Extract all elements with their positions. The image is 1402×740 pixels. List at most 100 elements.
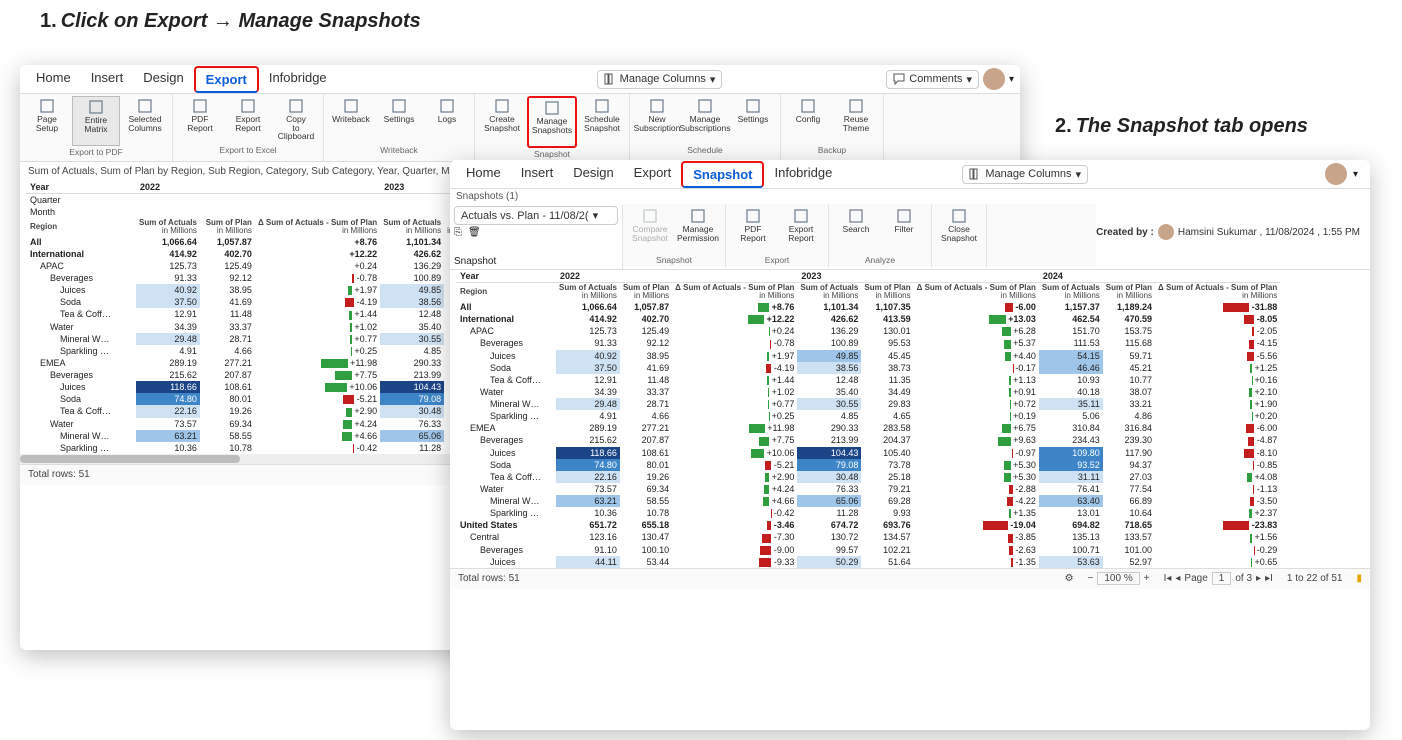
menu-insert[interactable]: Insert: [81, 66, 134, 93]
table-row[interactable]: Sparkling …4.914.66 +0.254.85: [26, 345, 485, 357]
ribbon-icon: [494, 98, 510, 114]
table-row[interactable]: Juices44.1153.44 -9.3350.2951.64 -1.3553…: [456, 556, 1280, 568]
zoom-control[interactable]: −100 %+: [1088, 572, 1150, 585]
table-row[interactable]: Soda37.5041.69 -4.1938.56: [26, 296, 485, 308]
ribbon-reuse-theme[interactable]: ReuseTheme: [833, 96, 879, 144]
columns-icon: [969, 168, 981, 180]
table-row[interactable]: Beverages91.3392.12 -0.78100.89: [26, 272, 485, 284]
table-row[interactable]: Soda74.8080.01 -5.2179.0873.78 +5.3093.5…: [456, 459, 1280, 471]
table-row[interactable]: Mineral W…29.4828.71 +0.7730.5529.83 +0.…: [456, 398, 1280, 410]
ribbon-entire-matrix[interactable]: EntireMatrix: [72, 96, 120, 146]
ribbon-logs[interactable]: Logs: [424, 96, 470, 144]
table-row[interactable]: Soda37.5041.69 -4.1938.5638.73 -0.1746.4…: [456, 362, 1280, 374]
table-row[interactable]: Sparkling …4.914.66 +0.254.854.65 +0.195…: [456, 410, 1280, 422]
table-row[interactable]: Central123.16130.47 -7.30130.72134.57 -3…: [456, 531, 1280, 543]
ribbon-manage-permission[interactable]: ManagePermission: [675, 206, 721, 254]
ribbon-manage-subscriptions[interactable]: ManageSubscriptions: [682, 96, 728, 144]
ribbon-schedule-snapshot[interactable]: ScheduleSnapshot: [579, 96, 625, 144]
ribbon-manage-snapshots[interactable]: ManageSnapshots: [527, 96, 577, 148]
table-row[interactable]: Water73.5769.34 +4.2476.3379.21 -2.8876.…: [456, 483, 1280, 495]
menu-insert[interactable]: Insert: [511, 161, 564, 188]
ribbon-pdf-report[interactable]: PDFReport: [177, 96, 223, 144]
manage-columns-dropdown[interactable]: Manage Columns▾: [597, 70, 723, 89]
table-row[interactable]: International414.92402.70 +12.22426.6241…: [456, 313, 1280, 325]
manage-columns-dropdown[interactable]: Manage Columns▾: [962, 165, 1088, 184]
avatar[interactable]: [1325, 163, 1347, 185]
menu-infobridge[interactable]: Infobridge: [259, 66, 337, 93]
table-row[interactable]: United States651.72655.18 -3.46674.72693…: [456, 519, 1280, 531]
menu-home[interactable]: Home: [26, 66, 81, 93]
menu-export[interactable]: Export: [624, 161, 682, 188]
ribbon-icon: [88, 99, 104, 115]
menu-export[interactable]: Export: [194, 66, 259, 93]
table-row[interactable]: APAC125.73125.49+0.24136.29: [26, 260, 485, 272]
comments-dropdown[interactable]: Comments▾: [886, 70, 979, 89]
ribbon-icon: [800, 98, 816, 114]
menu-design[interactable]: Design: [133, 66, 193, 93]
table-row[interactable]: Water34.3933.37 +1.0235.4034.49 +0.9140.…: [456, 386, 1280, 398]
menu-snapshot[interactable]: Snapshot: [681, 161, 764, 188]
ribbon-settings[interactable]: Settings: [376, 96, 422, 144]
ribbon-settings[interactable]: Settings: [730, 96, 776, 144]
copy-icon[interactable]: ⎘: [454, 227, 462, 238]
table-row[interactable]: All1,066.641,057.87 +8.761,101.341,107.3…: [456, 301, 1280, 313]
avatar[interactable]: [983, 68, 1005, 90]
ribbon-page-setup[interactable]: PageSetup: [24, 96, 70, 144]
chart-icon[interactable]: ▮: [1356, 573, 1362, 584]
ribbon-close-snapshot[interactable]: CloseSnapshot: [936, 206, 982, 254]
ribbon-copy-to-clipboard[interactable]: Copyto Clipboard: [273, 96, 319, 144]
ribbon-create-snapshot[interactable]: CreateSnapshot: [479, 96, 525, 144]
ribbon-icon: [793, 208, 809, 224]
table-row[interactable]: APAC125.73125.49 +0.24136.29130.01 +6.28…: [456, 325, 1280, 337]
gear-icon[interactable]: ⚙: [1065, 573, 1074, 584]
delete-icon[interactable]: 🗑: [468, 227, 481, 238]
ribbon-new-subscription[interactable]: NewSubscription: [634, 96, 680, 144]
table-row[interactable]: Beverages91.3392.12 -0.78100.8995.53 +5.…: [456, 337, 1280, 349]
table-row[interactable]: Juices40.9238.95 +1.9749.8545.45 +4.4054…: [456, 350, 1280, 362]
chevron-down-icon[interactable]: ▾: [1009, 74, 1014, 85]
table-row[interactable]: EMEA289.19277.21 +11.98290.33283.58 +6.7…: [456, 422, 1280, 434]
table-row[interactable]: Juices40.9238.95 +1.9749.85: [26, 284, 485, 296]
table-row[interactable]: All1,066.641,057.87+8.761,101.341,: [26, 236, 485, 248]
ribbon-compare-snapshot: CompareSnapshot: [627, 206, 673, 254]
table-row[interactable]: Beverages215.62207.87 +7.75213.99: [26, 369, 485, 381]
snapshots-count: Snapshots (1): [456, 191, 518, 202]
ribbon-filter[interactable]: Filter: [881, 206, 927, 254]
ribbon-selected-columns[interactable]: SelectedColumns: [122, 96, 168, 144]
menu-infobridge[interactable]: Infobridge: [764, 161, 842, 188]
row-range: 1 to 22 of 51: [1287, 573, 1343, 584]
table-row[interactable]: Mineral W…63.2158.55 +4.6665.0669.28 -4.…: [456, 495, 1280, 507]
ribbon-export-report[interactable]: ExportReport: [778, 206, 824, 254]
menu-design[interactable]: Design: [563, 161, 623, 188]
table-row[interactable]: Sparkling …10.3610.78 -0.4211.289.93 +1.…: [456, 507, 1280, 519]
pivot-table[interactable]: Year20222023QuarterMonthRegionSum of Act…: [26, 181, 485, 454]
table-row[interactable]: Sparkling …10.3610.78 -0.4211.28: [26, 442, 485, 454]
ribbon-export-report[interactable]: ExportReport: [225, 96, 271, 144]
pager[interactable]: I◂◂ Page 1 of 3 ▸▸I: [1164, 572, 1273, 585]
table-row[interactable]: Water73.5769.34 +4.2476.33: [26, 418, 485, 430]
table-row[interactable]: Mineral W…63.2158.55 +4.6665.06: [26, 430, 485, 442]
ribbon-icon: [343, 98, 359, 114]
ribbon-pdf-report[interactable]: PDFReport: [730, 206, 776, 254]
table-row[interactable]: International414.92402.70+12.22426.62: [26, 248, 485, 260]
table-row[interactable]: Tea & Coff…12.9111.48 +1.4412.4811.35 +1…: [456, 374, 1280, 386]
ribbon-search[interactable]: Search: [833, 206, 879, 254]
table-row[interactable]: EMEA289.19277.21 +11.98290.33: [26, 357, 485, 369]
table-row[interactable]: Soda74.8080.01 -5.2179.08: [26, 393, 485, 405]
ribbon-config[interactable]: Config: [785, 96, 831, 144]
table-row[interactable]: Mineral W…29.4828.71 +0.7730.55: [26, 333, 485, 345]
comment-icon: [893, 73, 905, 85]
table-row[interactable]: Juices118.66108.61 +10.06104.43105.40 -0…: [456, 447, 1280, 459]
pivot-table[interactable]: Year202220232024RegionSum of Actualsin M…: [456, 270, 1280, 568]
menu-home[interactable]: Home: [456, 161, 511, 188]
table-row[interactable]: Tea & Coff…22.1619.26 +2.9030.48: [26, 405, 485, 417]
table-row[interactable]: Tea & Coff…22.1619.26 +2.9030.4825.18 +5…: [456, 471, 1280, 483]
snapshot-select[interactable]: Actuals vs. Plan - 11/08/2(▾: [454, 206, 618, 225]
ribbon-writeback[interactable]: Writeback: [328, 96, 374, 144]
table-row[interactable]: Juices118.66108.61 +10.06104.43: [26, 381, 485, 393]
table-row[interactable]: Water34.3933.37 +1.0235.40: [26, 321, 485, 333]
table-row[interactable]: Beverages215.62207.87 +7.75213.99204.37 …: [456, 434, 1280, 446]
table-row[interactable]: Tea & Coff…12.9111.48 +1.4412.48: [26, 308, 485, 320]
chevron-down-icon[interactable]: ▾: [1353, 169, 1358, 180]
table-row[interactable]: Beverages91.10100.10 -9.0099.57102.21 -2…: [456, 544, 1280, 556]
